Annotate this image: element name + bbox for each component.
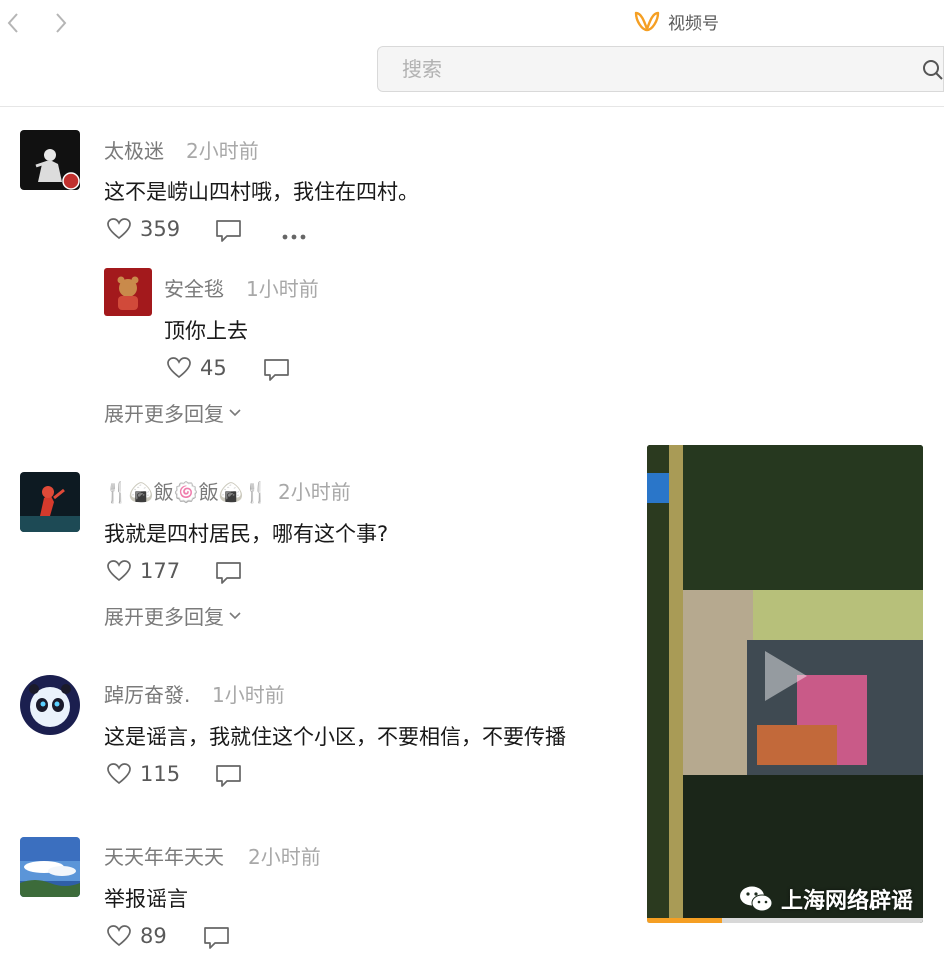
comment-text: 这不是崂山四村哦，我住在四村。 xyxy=(104,180,419,204)
video-progress-bar[interactable] xyxy=(647,918,923,923)
comment-time: 1小时前 xyxy=(212,683,285,707)
reply-author[interactable]: 安全毯 xyxy=(164,273,224,302)
like-button[interactable]: 359 xyxy=(106,217,180,241)
reply-button[interactable] xyxy=(263,358,290,386)
more-options-button[interactable] xyxy=(281,226,307,245)
reply-button[interactable] xyxy=(203,926,230,954)
heart-icon xyxy=(167,357,191,379)
like-button[interactable]: 45 xyxy=(166,356,227,380)
comment-author[interactable]: 太极迷 xyxy=(104,135,164,164)
comment-time: 2小时前 xyxy=(278,480,351,504)
avatar[interactable] xyxy=(20,837,80,897)
like-count: 115 xyxy=(140,762,181,786)
expand-more-replies[interactable]: 展开更多回复 xyxy=(104,398,242,427)
chevron-down-icon xyxy=(229,611,241,619)
video-player[interactable]: 上海网络辟谣 xyxy=(647,445,923,923)
like-count: 177 xyxy=(140,559,181,583)
chevron-down-icon xyxy=(229,408,241,416)
comment-bubble-icon xyxy=(216,765,241,787)
comment-bubble-icon xyxy=(216,220,241,242)
comment-time: 2小时前 xyxy=(186,139,259,163)
play-icon[interactable] xyxy=(747,641,817,711)
heart-icon xyxy=(107,763,131,785)
back-arrow-icon[interactable] xyxy=(2,10,26,36)
comment-bubble-icon xyxy=(216,562,241,584)
like-count: 359 xyxy=(140,217,181,241)
like-count: 89 xyxy=(140,924,167,948)
expand-more-replies[interactable]: 展开更多回复 xyxy=(104,601,242,630)
search-button[interactable] xyxy=(896,46,944,92)
channels-logo-icon xyxy=(634,11,660,31)
wechat-logo-icon xyxy=(739,886,773,912)
watermark-text: 上海网络辟谣 xyxy=(780,889,913,914)
heart-icon xyxy=(107,925,131,947)
comment-text: 这是谣言，我就住这个小区，不要相信，不要传播 xyxy=(104,725,566,749)
reply-button[interactable] xyxy=(215,219,242,247)
reply-button[interactable] xyxy=(215,561,242,589)
comment-text: 举报谣言 xyxy=(104,887,188,911)
comment-author[interactable]: 踔厉奋發. xyxy=(104,679,190,708)
search-box xyxy=(377,46,897,92)
forward-arrow-icon[interactable] xyxy=(48,10,72,36)
comment-author[interactable]: 🍴🍙飯🍥飯🍙🍴 xyxy=(104,476,269,505)
like-count: 45 xyxy=(200,356,227,380)
channels-brand[interactable]: 视频号 xyxy=(634,9,719,34)
avatar[interactable] xyxy=(20,130,80,190)
reply-text: 顶你上去 xyxy=(164,319,248,343)
comment-bubble-icon xyxy=(264,359,289,381)
heart-icon xyxy=(107,218,131,240)
reply-time: 1小时前 xyxy=(246,277,319,301)
reply-button[interactable] xyxy=(215,764,242,792)
avatar[interactable] xyxy=(20,675,80,735)
comment-bubble-icon xyxy=(204,927,229,949)
brand-label: 视频号 xyxy=(668,14,719,34)
comment-time: 2小时前 xyxy=(248,845,321,869)
comment-author[interactable]: 天天年年天天 xyxy=(104,841,224,870)
search-icon xyxy=(923,60,943,80)
like-button[interactable]: 177 xyxy=(106,559,180,583)
heart-icon xyxy=(107,560,131,582)
like-button[interactable]: 89 xyxy=(106,924,167,948)
comment-text: 我就是四村居民，哪有这个事? xyxy=(104,522,389,546)
top-bar: 视频号 xyxy=(0,0,944,107)
like-button[interactable]: 115 xyxy=(106,762,180,786)
expand-more-replies-label: 展开更多回复 xyxy=(104,402,224,426)
video-progress-fill xyxy=(647,918,722,923)
avatar[interactable] xyxy=(104,268,152,316)
expand-more-replies-label: 展开更多回复 xyxy=(104,605,224,629)
search-input[interactable] xyxy=(378,47,896,91)
avatar[interactable] xyxy=(20,472,80,532)
more-dots-icon xyxy=(282,234,306,240)
video-watermark: 上海网络辟谣 xyxy=(739,883,913,915)
